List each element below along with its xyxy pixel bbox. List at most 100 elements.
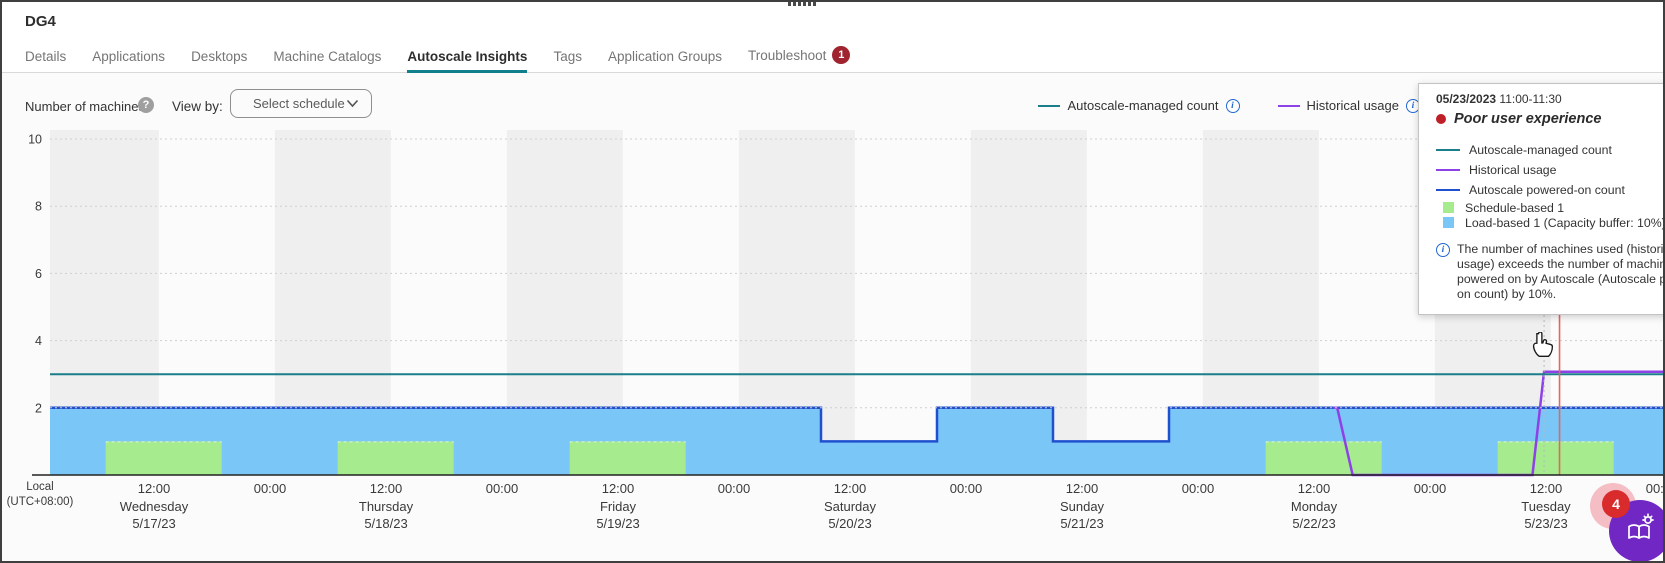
line-swatch: [1436, 169, 1460, 171]
x-axis-labels: 12:00 Wednesday 5/17/23 00:00 12:00 Thursday 5…: [7, 481, 1665, 531]
tab-autoscale-insights[interactable]: Autoscale Insights: [407, 49, 527, 73]
tooltip-row-autoscale-powered-on-count: Autoscale powered-on count2: [1436, 180, 1665, 200]
schedule-select-value: Select schedule: [253, 96, 345, 111]
tooltip-row-label: Schedule-based 1: [1465, 201, 1564, 215]
x-tick-date: 5/21/23: [1060, 516, 1103, 531]
legend-label: Historical usage: [1307, 98, 1400, 113]
x-tick-date: 5/18/23: [364, 516, 407, 531]
x-tick-time: 12:00: [138, 481, 171, 496]
tab-label: Application Groups: [608, 49, 722, 64]
view-by-label: View by:: [172, 99, 223, 114]
info-icon[interactable]: i: [1226, 99, 1240, 113]
x-tick-time: 12:00: [834, 481, 867, 496]
line-swatch: [1436, 149, 1460, 151]
page-header: DG4 Details Applications Desktops Machine C…: [2, 2, 1663, 73]
tab-label: Details: [25, 49, 66, 64]
y-tick-label: 10: [28, 133, 42, 147]
tooltip-row-label: Autoscale powered-on count: [1469, 183, 1625, 197]
square-swatch: [1443, 202, 1454, 213]
x-tick-date: 5/17/23: [132, 516, 175, 531]
x-tick-time: 12:00: [1066, 481, 1099, 496]
x-tick-date: 5/22/23: [1292, 516, 1335, 531]
chart-tooltip: 05/23/2023 11:00-11:30 Poor user experie…: [1418, 83, 1665, 315]
tooltip-row-load-based-1-capacity-buffer-10: Load-based 1 (Capacity buffer: 10%): [1436, 215, 1665, 230]
legend-line-swatch: [1038, 105, 1060, 107]
tooltip-row-label: Autoscale-managed count: [1469, 143, 1612, 157]
info-icon: i: [1436, 243, 1450, 257]
y-axis-title: Number of machines: [25, 99, 145, 114]
note-line: The number of machines used (historical: [1457, 242, 1665, 257]
tab-details[interactable]: Details: [25, 49, 66, 73]
tab-label: Desktops: [191, 49, 247, 64]
app-window: 10 8 6 4 2 12:00 Wednesday 5/17/23 00:00 12:00 Thu…: [0, 0, 1665, 563]
tab-troubleshoot[interactable]: Troubleshoot 1: [748, 46, 850, 73]
status-dot-icon: [1436, 114, 1446, 124]
x-tick-time: 00:00: [950, 481, 983, 496]
legend-label: Autoscale-managed count: [1067, 98, 1218, 113]
tab-machine-catalogs[interactable]: Machine Catalogs: [273, 49, 381, 73]
tab-label: Autoscale Insights: [407, 49, 527, 64]
tab-application-groups[interactable]: Application Groups: [608, 49, 722, 73]
x-tick-time: 12:00: [602, 481, 635, 496]
x-tick-time: 00:00: [1414, 481, 1447, 496]
x-tick-time: 12:00: [1298, 481, 1331, 496]
tooltip-row-historical-usage: Historical usage3: [1436, 160, 1665, 180]
x-tick-time: 12:00: [370, 481, 403, 496]
tooltip-note: i The number of machines used (historica…: [1436, 242, 1665, 302]
help-icon[interactable]: ?: [138, 97, 154, 113]
legend-line-swatch: [1278, 105, 1300, 107]
x-tick-day: Saturday: [824, 499, 877, 514]
tooltip-row-label: Load-based 1 (Capacity buffer: 10%): [1465, 216, 1665, 230]
x-tick-day: Monday: [1291, 499, 1338, 514]
x-tick-day: Wednesday: [120, 499, 189, 514]
x-tick-day: Friday: [600, 499, 637, 514]
tab-label: Machine Catalogs: [273, 49, 381, 64]
tooltip-status: Poor user experience: [1436, 111, 1665, 127]
note-line: on count) by 10%.: [1457, 287, 1665, 302]
y-tick-label: 6: [35, 267, 42, 281]
y-tick-label: 2: [35, 401, 42, 415]
x-tick-date: 5/19/23: [596, 516, 639, 531]
tooltip-row-schedule-based-1: Schedule-based 1: [1436, 200, 1665, 215]
tab-label: Troubleshoot: [748, 48, 826, 63]
tooltip-rows: Autoscale-managed count3Historical usage…: [1436, 140, 1665, 230]
x-tick-day: Sunday: [1060, 499, 1105, 514]
tab-bar: Details Applications Desktops Machine Catal…: [25, 46, 850, 73]
tooltip-time-range: 11:00-11:30: [1499, 92, 1561, 106]
x-tick-day: Tuesday: [1521, 499, 1571, 514]
legend-item-historical-usage: Historical usagei: [1278, 98, 1421, 113]
x-tick-time: 12:00: [1530, 481, 1563, 496]
tab-desktops[interactable]: Desktops: [191, 49, 247, 73]
tab-label: Tags: [553, 49, 582, 64]
note-line: usage) exceeds the number of machines: [1457, 257, 1665, 272]
y-tick-label: 4: [35, 334, 42, 348]
x-tick-time: 00:00: [1646, 481, 1665, 496]
tab-tags[interactable]: Tags: [553, 49, 582, 73]
page-title: DG4: [25, 13, 56, 30]
x-tick-time: 00:00: [718, 481, 751, 496]
chevron-down-icon: [346, 96, 359, 111]
square-swatch: [1443, 217, 1454, 228]
troubleshoot-count-badge: 1: [832, 46, 850, 64]
status-label: Poor user experience: [1454, 111, 1602, 127]
x-tick-time: 00:00: [254, 481, 287, 496]
note-line: powered on by Autoscale (Autoscale power…: [1457, 272, 1665, 287]
autoscale-insights-chart[interactable]: 10 8 6 4 2 12:00 Wednesday 5/17/23 00:00 12:00 Thu…: [2, 2, 1665, 563]
legend-item-autoscale-managed-count: Autoscale-managed count i: [1038, 98, 1239, 113]
x-tick-date: 5/23/23: [1524, 516, 1567, 531]
tooltip-note-text: The number of machines used (historicalu…: [1457, 242, 1665, 302]
x-tick-time: 00:00: [486, 481, 519, 496]
y-tick-label: 8: [35, 200, 42, 214]
window-drag-dots-icon: [788, 2, 816, 6]
x-tick-time: 00:00: [1182, 481, 1215, 496]
book-bulb-icon: [1622, 512, 1658, 551]
tooltip-date: 05/23/2023: [1436, 92, 1496, 106]
schedule-select[interactable]: Select schedule: [230, 89, 372, 118]
timezone-label: (UTC+08:00): [7, 496, 74, 508]
chart-legend: Autoscale-managed count i Historical usage…: [1038, 98, 1420, 113]
tab-applications[interactable]: Applications: [92, 49, 165, 73]
tab-label: Applications: [92, 49, 165, 64]
tooltip-datetime: 05/23/2023 11:00-11:30: [1436, 92, 1665, 106]
x-tick-day: Thursday: [359, 499, 414, 514]
guide-notification-badge[interactable]: 4: [1602, 490, 1630, 518]
